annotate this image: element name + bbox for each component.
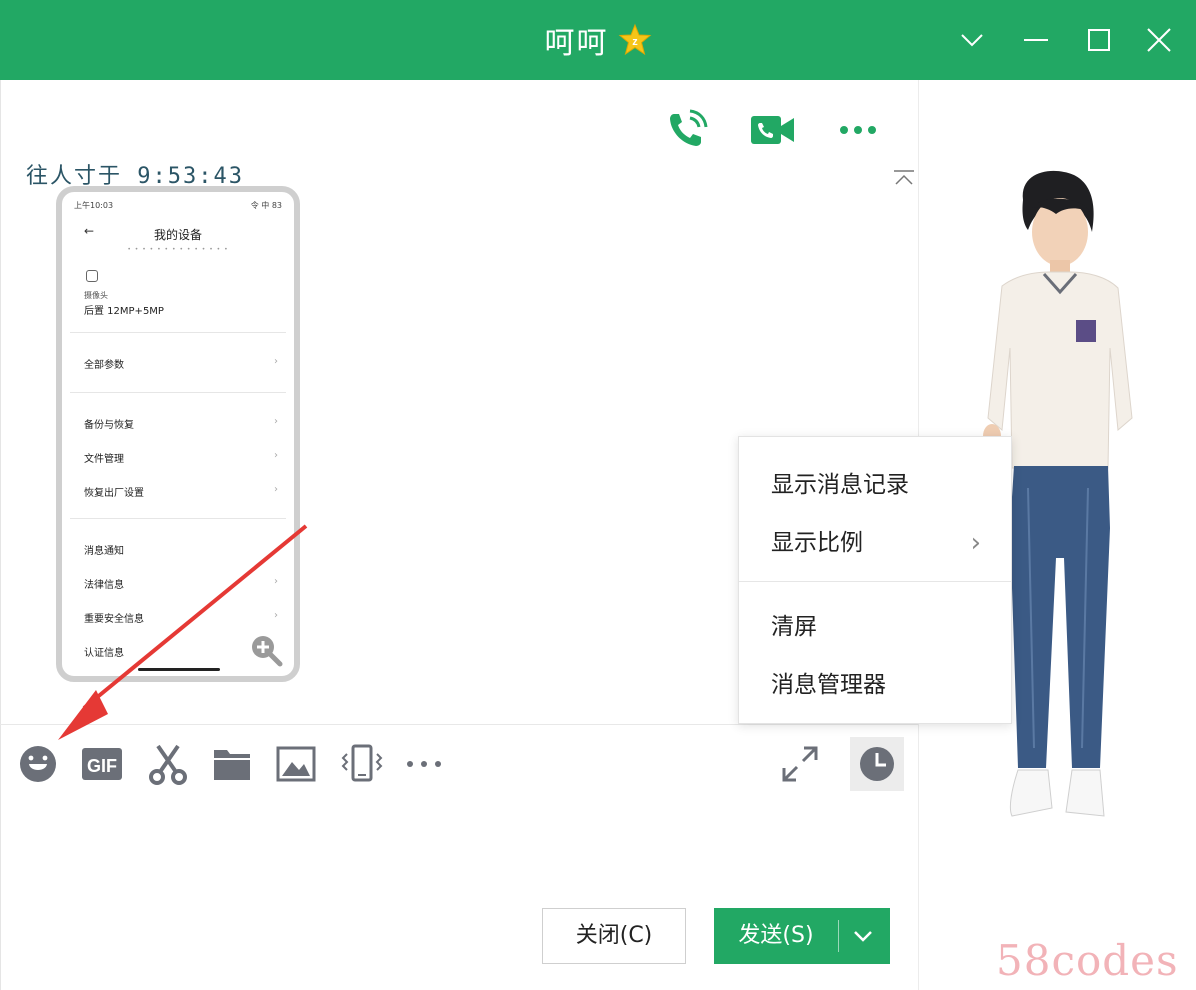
expand-button[interactable] <box>778 742 822 786</box>
send-file-button[interactable] <box>210 742 254 786</box>
clock-icon <box>860 747 894 781</box>
send-label: 发送(S) <box>738 923 814 948</box>
more-icon <box>840 126 876 134</box>
more-actions-button[interactable] <box>836 106 884 154</box>
minimize-icon <box>1024 39 1048 41</box>
image-icon <box>276 746 316 782</box>
shake-icon <box>341 744 383 782</box>
zoom-in-icon[interactable] <box>248 632 284 668</box>
phone-camera-value: 后置 12MP+5MP <box>84 306 164 317</box>
screenshot-thumbnail[interactable]: 上午10:03 令 中 83 ← 我的设备 • • • • • • • • • … <box>56 186 300 682</box>
send-separator <box>838 920 839 952</box>
star-badge-icon: z <box>618 23 651 56</box>
menu-item-show-history[interactable]: 显示消息记录 <box>771 465 991 505</box>
more-tools-button[interactable] <box>404 742 448 786</box>
emoji-button[interactable] <box>16 742 60 786</box>
svg-text:GIF: GIF <box>87 756 117 776</box>
maximize-icon <box>1088 29 1110 51</box>
folder-icon <box>214 750 250 780</box>
close-button[interactable]: 关闭(C) <box>542 908 686 964</box>
shake-button[interactable] <box>340 742 384 786</box>
gif-icon: GIF <box>82 748 122 780</box>
maximize-button[interactable] <box>1079 20 1119 60</box>
expand-icon <box>782 746 818 782</box>
send-image-button[interactable] <box>274 742 318 786</box>
screenshot-button[interactable] <box>146 742 190 786</box>
phone-row: 文件管理 › <box>84 450 278 465</box>
svg-text:z: z <box>632 36 638 48</box>
close-icon <box>1147 28 1171 52</box>
send-button[interactable]: 发送(S) <box>714 908 890 964</box>
phone-row: 备份与恢复 › <box>84 416 278 431</box>
phone-row: 法律信息 › <box>84 576 278 591</box>
phone-divider <box>70 332 286 333</box>
phone-status-left: 上午10:03 <box>74 201 114 210</box>
phone-home-indicator <box>138 668 220 671</box>
phone-divider <box>70 518 286 519</box>
voice-call-button[interactable] <box>662 106 710 154</box>
phone-subtitle: • • • • • • • • • • • • • • <box>127 246 229 253</box>
gif-button[interactable]: GIF <box>80 742 124 786</box>
watermark: 58codes <box>996 936 1179 985</box>
phone-row: 消息通知 <box>84 546 124 557</box>
video-call-icon <box>751 116 794 144</box>
menu-item-message-manager[interactable]: 消息管理器 <box>771 665 991 705</box>
phone-row: 全部参数 › <box>84 356 278 371</box>
chevron-right-icon: › <box>970 528 981 558</box>
phone-camera-icon <box>86 270 98 282</box>
scissors-icon <box>149 744 187 785</box>
phone-row: 重要安全信息 › <box>84 610 278 625</box>
title-bar: 呵呵 z <box>0 0 1196 80</box>
window-title: 呵呵 <box>544 26 609 61</box>
history-button[interactable] <box>850 737 904 791</box>
collapse-caret-icon[interactable] <box>892 168 916 188</box>
dropdown-button[interactable] <box>952 20 992 60</box>
chevron-down-icon <box>961 34 983 47</box>
close-window-button[interactable] <box>1139 20 1179 60</box>
more-dots-icon <box>407 761 441 767</box>
menu-separator <box>739 581 1011 582</box>
video-call-button[interactable] <box>748 106 796 154</box>
menu-item-clear-screen[interactable]: 清屏 <box>771 607 991 647</box>
phone-title: 我的设备 <box>153 228 202 242</box>
menu-item-zoom-ratio[interactable]: 显示比例 › <box>771 523 991 563</box>
emoji-icon <box>20 746 56 782</box>
context-menu: 显示消息记录 显示比例 › 清屏 消息管理器 <box>738 436 1012 724</box>
phone-row: 恢复出厂设置 › <box>84 484 278 499</box>
chevron-down-icon[interactable] <box>848 922 878 950</box>
input-divider <box>0 724 918 725</box>
minimize-button[interactable] <box>1016 20 1056 60</box>
voice-call-icon <box>670 109 708 146</box>
phone-camera-label: 摄像头 <box>84 291 108 300</box>
phone-status-right: 令 中 83 <box>250 201 282 210</box>
phone-divider <box>70 392 286 393</box>
